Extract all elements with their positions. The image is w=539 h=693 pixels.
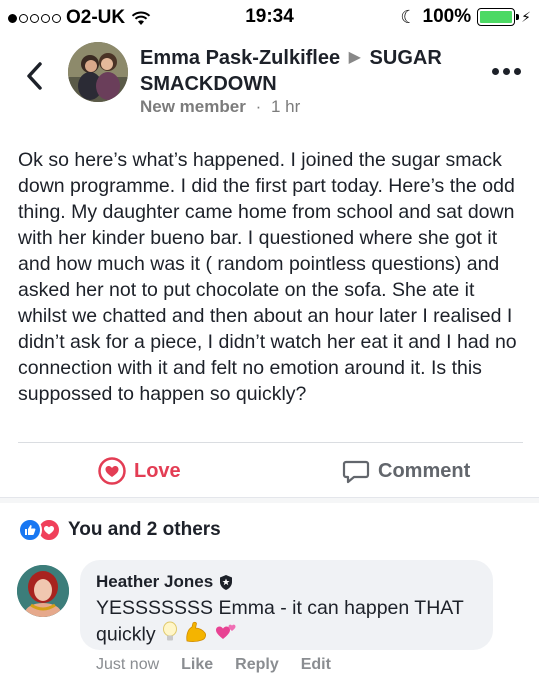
lightbulb-emoji-icon: [161, 621, 179, 650]
section-divider: [0, 497, 539, 503]
moon-icon: ☾: [400, 6, 417, 27]
more-options-button[interactable]: [492, 68, 521, 75]
reactions-summary[interactable]: You and 2 others: [18, 518, 221, 542]
comment-time: Just now: [96, 656, 160, 673]
love-label: Love: [134, 459, 181, 482]
more-dot-icon: [514, 68, 521, 75]
post-meta: New member · 1 hr: [140, 97, 300, 117]
triangle-right-icon: ▶: [348, 49, 361, 66]
flexed-biceps-emoji-icon: [184, 621, 208, 650]
comment-bubble: Heather Jones YESSSSSSS Emma - it can ha…: [80, 560, 493, 650]
more-dot-icon: [492, 68, 499, 75]
commenter-avatar-image: [17, 565, 69, 617]
comment-icon: [342, 460, 370, 484]
more-dot-icon: [503, 68, 510, 75]
chevron-left-icon: [27, 62, 42, 90]
post-author-line: Emma Pask-Zulkiflee ▶ SUGAR SMACKDOWN: [140, 46, 460, 96]
post-body: Ok so here’s what’s happened. I joined t…: [18, 149, 517, 405]
battery-icon: [477, 8, 520, 26]
post-time[interactable]: 1 hr: [271, 97, 300, 116]
love-button[interactable]: Love: [98, 457, 181, 485]
reaction-icons: [18, 518, 61, 542]
charging-icon: ⚡: [521, 8, 531, 25]
avatar-image: [68, 42, 128, 102]
love-icon: [98, 457, 126, 485]
shield-badge-icon: [220, 574, 233, 590]
reactions-text: You and 2 others: [68, 519, 221, 540]
member-badge: New member: [140, 97, 246, 116]
divider: [18, 442, 523, 443]
commenter-avatar[interactable]: [17, 565, 69, 617]
comment-text: YESSSSSSS Emma - it can happen THAT quic…: [96, 597, 464, 646]
comment-text-row: YESSSSSSS Emma - it can happen THAT quic…: [96, 595, 477, 650]
battery-percent: 100%: [422, 6, 472, 27]
comment-edit-button[interactable]: Edit: [301, 656, 331, 674]
comment-like-button[interactable]: Like: [181, 656, 213, 674]
back-button[interactable]: [22, 58, 48, 94]
author-avatar[interactable]: [68, 42, 128, 102]
two-hearts-emoji-icon: [214, 621, 238, 650]
author-name[interactable]: Emma Pask-Zulkiflee: [140, 47, 340, 69]
like-reaction-icon: [18, 518, 42, 542]
meta-separator: ·: [255, 97, 262, 116]
status-right: ☾ 100% ⚡: [400, 6, 531, 28]
commenter-name-row: Heather Jones: [96, 572, 477, 592]
commenter-name[interactable]: Heather Jones: [96, 572, 213, 592]
comment-reply-button[interactable]: Reply: [235, 656, 279, 674]
status-bar: O2-UK 19:34 ☾ 100% ⚡: [0, 0, 539, 34]
comment-button[interactable]: Comment: [342, 457, 470, 485]
comment-label: Comment: [378, 459, 471, 482]
comment-meta: Just now Like Reply Edit: [96, 656, 331, 674]
